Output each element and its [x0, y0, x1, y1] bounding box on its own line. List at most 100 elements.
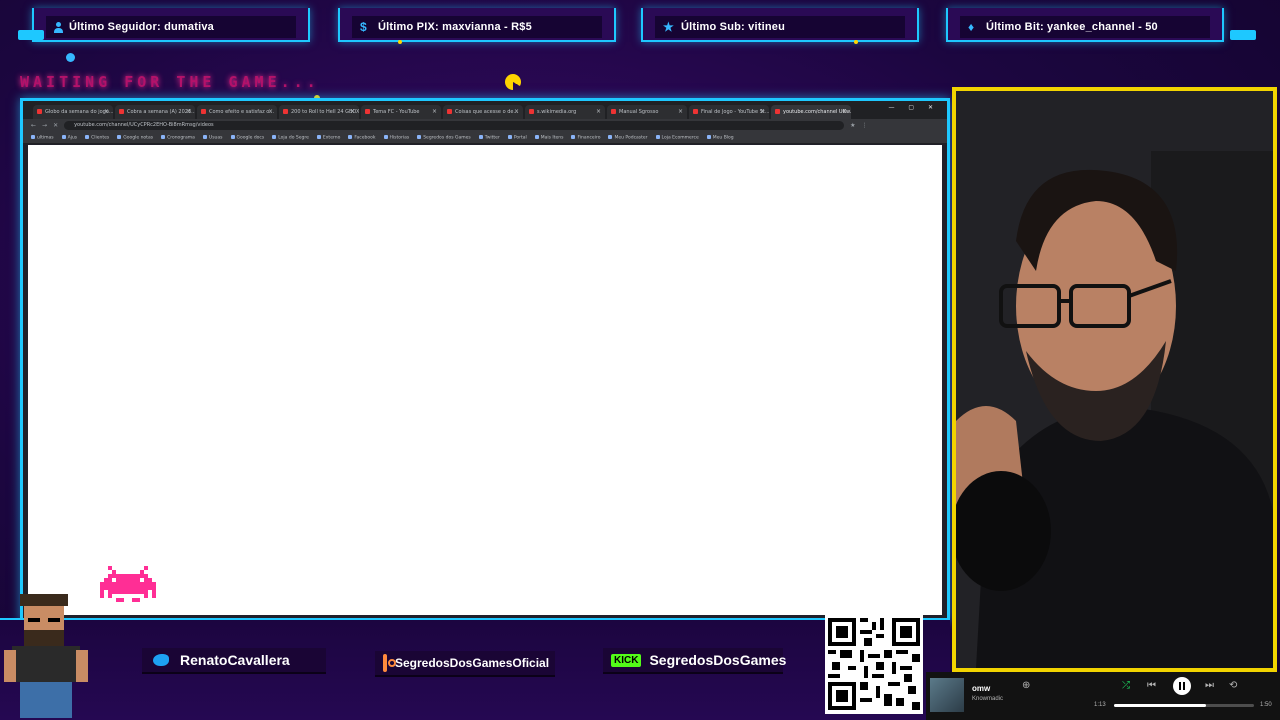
tab-favicon-icon [119, 109, 124, 114]
close-tab-icon[interactable]: × [842, 105, 847, 119]
close-tab-icon[interactable]: × [432, 105, 437, 119]
close-tab-icon[interactable]: × [104, 105, 109, 119]
social-instagram[interactable]: SegredosDosGamesOficial [375, 651, 555, 677]
bookmark-item[interactable]: Segredos dos Games [417, 135, 471, 140]
tab-favicon-icon [201, 109, 206, 114]
pause-button[interactable] [1173, 677, 1191, 695]
tab-favicon-icon [447, 109, 452, 114]
music-player: omw Knowmadic ⊕ ⤮ ⏮ ⏭ ⟲ 1:13 1:50 [926, 672, 1280, 720]
back-icon[interactable]: ← [31, 122, 36, 129]
bookmark-item[interactable]: Portal [508, 135, 527, 140]
tab-title: youtube.com/channel UCw... [783, 109, 851, 115]
tab-title: Cobra a semana (A) 2023... [127, 109, 195, 115]
space-invader-icon [100, 566, 156, 602]
extensions-icon[interactable]: ⋮ [861, 122, 867, 129]
browser-tab[interactable]: Manual Sgrosso × [607, 105, 687, 119]
progress-bar[interactable] [1114, 704, 1254, 707]
bookmark-item[interactable]: Google docs [231, 135, 265, 140]
bookmark-item[interactable]: Historias [384, 135, 410, 140]
close-tab-icon[interactable]: × [596, 105, 601, 119]
tab-title: Tema FC - YouTube [373, 109, 420, 115]
bookmark-item[interactable]: ultimas [31, 135, 54, 140]
bar-cap [1230, 30, 1256, 40]
browser-tab[interactable]: youtube.com/channel UCw... × [771, 105, 851, 119]
tab-favicon-icon [693, 109, 698, 114]
tab-title: Coisas que acesse o de... [455, 109, 519, 115]
kick-icon: KICK [611, 653, 642, 667]
decor-dot [854, 40, 858, 44]
forward-icon[interactable]: → [42, 122, 47, 129]
close-tab-icon[interactable]: × [350, 105, 355, 119]
close-tab-icon[interactable]: × [678, 105, 683, 119]
close-tab-icon[interactable]: × [268, 105, 273, 119]
social-twitter[interactable]: RenatoCavallera [142, 648, 326, 674]
browser-tab[interactable]: Tema FC - YouTube × [361, 105, 441, 119]
bookmark-item[interactable]: Facebook [348, 135, 375, 140]
bookmark-item[interactable]: Loja do Segre [272, 135, 309, 140]
tab-favicon-icon [611, 109, 616, 114]
repeat-icon[interactable]: ⟲ [1229, 680, 1237, 691]
bar-cap [18, 30, 44, 40]
bookmark-item[interactable]: Mais Itens [535, 135, 564, 140]
dollar-icon: $ [360, 20, 367, 34]
bookmark-item[interactable]: Loja Ecommerce [656, 135, 699, 140]
url-bar[interactable]: youtube.com/channel/UCyCPRc2EHO-Bi8mRmsg… [64, 121, 845, 130]
address-row: ← → ✕ youtube.com/channel/UCyCPRc2EHO-Bi… [23, 119, 947, 132]
webcam-feed [952, 87, 1277, 672]
alert-bar-sub: ★ Último Sub: vitineu [641, 8, 919, 42]
bookmark-item[interactable]: Financeiro [571, 135, 600, 140]
alert-bar-bit: ♦ Último Bit: yankee_channel - 50 [946, 8, 1224, 42]
reload-icon[interactable]: ✕ [53, 122, 58, 129]
browser-tab[interactable]: Final de Jogo - YouTube St... × [689, 105, 769, 119]
tab-title: Globo da semana do jogo... [45, 109, 113, 115]
previous-icon[interactable]: ⏮ [1147, 680, 1156, 691]
alert-bar-pix: $ Último PIX: maxvianna - R$5 [338, 8, 616, 42]
bookmark-item[interactable]: Externo [317, 135, 340, 140]
bookmark-item[interactable]: Cronograma [161, 135, 195, 140]
waiting-text: WAITING FOR THE GAME... [20, 73, 320, 91]
streamer-image [956, 91, 1273, 668]
person-icon [54, 21, 63, 33]
bookmark-item[interactable]: Google notas [117, 135, 153, 140]
bookmark-item[interactable]: Clientes [85, 135, 109, 140]
tab-title: Manual Sgrosso [619, 109, 659, 115]
bookmark-item[interactable]: Meu Podcaster [608, 135, 647, 140]
social-handle: RenatoCavallera [180, 652, 290, 668]
browser-tab[interactable]: Como efeito e satisfaz o... × [197, 105, 277, 119]
shuffle-icon[interactable]: ⤮ [1122, 680, 1130, 691]
bookmark-item[interactable]: Meu Blog [707, 135, 734, 140]
bookmark-star-icon[interactable]: ★ [850, 122, 855, 129]
close-tab-icon[interactable]: × [186, 105, 191, 119]
tab-title: 200 to Roll to Hell 24 GBOX... [291, 109, 359, 115]
bookmark-item[interactable]: Twitter [479, 135, 500, 140]
browser-tab[interactable]: 200 to Roll to Hell 24 GBOX... × [279, 105, 359, 119]
elapsed-time: 1:13 [1094, 702, 1106, 708]
qr-code[interactable] [825, 614, 923, 714]
decor-dot [398, 40, 402, 44]
tab-favicon-icon [529, 109, 534, 114]
tab-favicon-icon [365, 109, 370, 114]
tab-strip: Globo da semana do jogo... × Cobra a seman… [23, 101, 947, 119]
alert-text: Último Sub: vitineu [681, 21, 786, 33]
browser-tab[interactable]: Globo da semana do jogo... × [33, 105, 113, 119]
bookmark-item[interactable]: Usuas [203, 135, 223, 140]
social-handle: SegredosDosGames [649, 652, 787, 668]
browser-tab[interactable]: Cobra a semana (A) 2023... × [115, 105, 195, 119]
alert-text: Último Bit: yankee_channel - 50 [986, 21, 1158, 33]
close-tab-icon[interactable]: × [760, 105, 765, 119]
window-controls[interactable]: — ▢ ✕ [888, 104, 939, 111]
alert-text: Último PIX: maxvianna - R$5 [378, 21, 532, 33]
add-icon[interactable]: ⊕ [1022, 680, 1030, 691]
close-tab-icon[interactable]: × [514, 105, 519, 119]
bookmark-item[interactable]: Ajus [62, 135, 78, 140]
browser-tab[interactable]: Coisas que acesse o de... × [443, 105, 523, 119]
track-title: omw [972, 684, 991, 693]
twitter-icon [150, 651, 172, 669]
tab-title: Final de Jogo - YouTube St... [701, 109, 769, 115]
next-icon[interactable]: ⏭ [1205, 680, 1214, 691]
social-kick[interactable]: KICK SegredosDosGames [603, 648, 787, 674]
decor-dot [66, 53, 75, 62]
browser-tab[interactable]: s.wikimedia.org × [525, 105, 605, 119]
star-icon: ★ [663, 20, 674, 34]
page-content-blank[interactable] [28, 145, 942, 615]
